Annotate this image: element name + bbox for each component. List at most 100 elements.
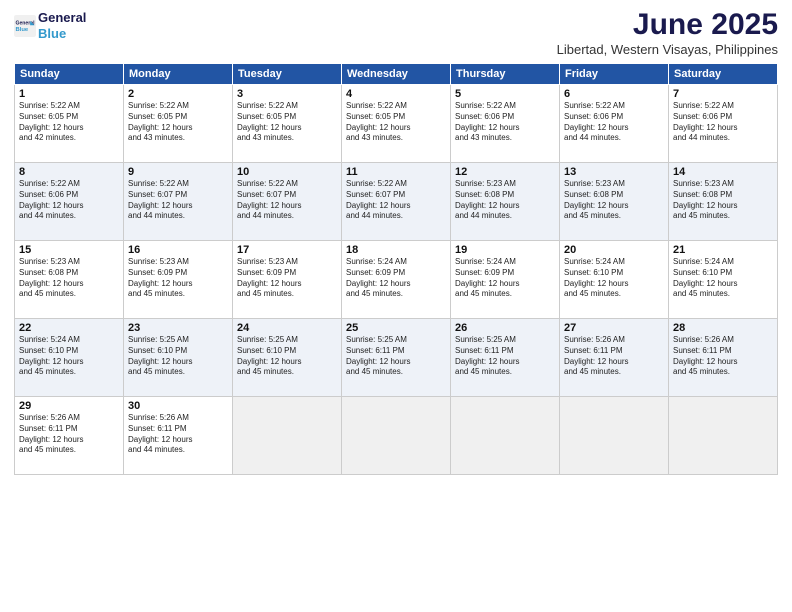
day-number: 8 bbox=[19, 166, 119, 178]
calendar-cell bbox=[233, 397, 342, 475]
calendar-header-row: SundayMondayTuesdayWednesdayThursdayFrid… bbox=[15, 64, 778, 85]
day-number: 18 bbox=[346, 244, 446, 256]
day-number: 30 bbox=[128, 400, 228, 412]
day-number: 6 bbox=[564, 88, 664, 100]
day-info: Sunrise: 5:24 AM Sunset: 6:09 PM Dayligh… bbox=[455, 257, 555, 300]
day-number: 4 bbox=[346, 88, 446, 100]
calendar-cell: 23Sunrise: 5:25 AM Sunset: 6:10 PM Dayli… bbox=[124, 319, 233, 397]
calendar-cell: 22Sunrise: 5:24 AM Sunset: 6:10 PM Dayli… bbox=[15, 319, 124, 397]
day-info: Sunrise: 5:23 AM Sunset: 6:08 PM Dayligh… bbox=[455, 179, 555, 222]
day-info: Sunrise: 5:25 AM Sunset: 6:10 PM Dayligh… bbox=[237, 335, 337, 378]
day-number: 11 bbox=[346, 166, 446, 178]
day-number: 17 bbox=[237, 244, 337, 256]
day-info: Sunrise: 5:22 AM Sunset: 6:07 PM Dayligh… bbox=[128, 179, 228, 222]
day-info: Sunrise: 5:24 AM Sunset: 6:10 PM Dayligh… bbox=[564, 257, 664, 300]
day-info: Sunrise: 5:23 AM Sunset: 6:08 PM Dayligh… bbox=[673, 179, 773, 222]
day-info: Sunrise: 5:22 AM Sunset: 6:06 PM Dayligh… bbox=[564, 101, 664, 144]
calendar-cell: 28Sunrise: 5:26 AM Sunset: 6:11 PM Dayli… bbox=[669, 319, 778, 397]
day-info: Sunrise: 5:24 AM Sunset: 6:09 PM Dayligh… bbox=[346, 257, 446, 300]
calendar-cell: 17Sunrise: 5:23 AM Sunset: 6:09 PM Dayli… bbox=[233, 241, 342, 319]
calendar-cell: 12Sunrise: 5:23 AM Sunset: 6:08 PM Dayli… bbox=[451, 163, 560, 241]
calendar-cell: 10Sunrise: 5:22 AM Sunset: 6:07 PM Dayli… bbox=[233, 163, 342, 241]
day-number: 27 bbox=[564, 322, 664, 334]
calendar-cell: 11Sunrise: 5:22 AM Sunset: 6:07 PM Dayli… bbox=[342, 163, 451, 241]
day-number: 15 bbox=[19, 244, 119, 256]
calendar-cell: 3Sunrise: 5:22 AM Sunset: 6:05 PM Daylig… bbox=[233, 85, 342, 163]
calendar-week-row: 15Sunrise: 5:23 AM Sunset: 6:08 PM Dayli… bbox=[15, 241, 778, 319]
calendar-cell: 7Sunrise: 5:22 AM Sunset: 6:06 PM Daylig… bbox=[669, 85, 778, 163]
calendar-cell: 24Sunrise: 5:25 AM Sunset: 6:10 PM Dayli… bbox=[233, 319, 342, 397]
day-info: Sunrise: 5:22 AM Sunset: 6:06 PM Dayligh… bbox=[455, 101, 555, 144]
day-info: Sunrise: 5:25 AM Sunset: 6:11 PM Dayligh… bbox=[346, 335, 446, 378]
logo: General Blue General Blue bbox=[14, 10, 86, 41]
calendar-cell bbox=[669, 397, 778, 475]
calendar-cell: 21Sunrise: 5:24 AM Sunset: 6:10 PM Dayli… bbox=[669, 241, 778, 319]
day-info: Sunrise: 5:22 AM Sunset: 6:05 PM Dayligh… bbox=[346, 101, 446, 144]
calendar-table: SundayMondayTuesdayWednesdayThursdayFrid… bbox=[14, 63, 778, 475]
location-subtitle: Libertad, Western Visayas, Philippines bbox=[557, 42, 778, 57]
day-info: Sunrise: 5:26 AM Sunset: 6:11 PM Dayligh… bbox=[564, 335, 664, 378]
calendar-cell: 30Sunrise: 5:26 AM Sunset: 6:11 PM Dayli… bbox=[124, 397, 233, 475]
day-info: Sunrise: 5:22 AM Sunset: 6:07 PM Dayligh… bbox=[346, 179, 446, 222]
calendar-cell bbox=[560, 397, 669, 475]
calendar-cell: 1Sunrise: 5:22 AM Sunset: 6:05 PM Daylig… bbox=[15, 85, 124, 163]
day-number: 2 bbox=[128, 88, 228, 100]
day-number: 25 bbox=[346, 322, 446, 334]
day-info: Sunrise: 5:25 AM Sunset: 6:11 PM Dayligh… bbox=[455, 335, 555, 378]
day-info: Sunrise: 5:22 AM Sunset: 6:06 PM Dayligh… bbox=[19, 179, 119, 222]
calendar-cell: 29Sunrise: 5:26 AM Sunset: 6:11 PM Dayli… bbox=[15, 397, 124, 475]
day-info: Sunrise: 5:22 AM Sunset: 6:05 PM Dayligh… bbox=[237, 101, 337, 144]
page: General Blue General Blue June 2025 Libe… bbox=[0, 0, 792, 612]
calendar-cell: 13Sunrise: 5:23 AM Sunset: 6:08 PM Dayli… bbox=[560, 163, 669, 241]
calendar-cell: 19Sunrise: 5:24 AM Sunset: 6:09 PM Dayli… bbox=[451, 241, 560, 319]
day-info: Sunrise: 5:25 AM Sunset: 6:10 PM Dayligh… bbox=[128, 335, 228, 378]
day-number: 23 bbox=[128, 322, 228, 334]
calendar-cell: 27Sunrise: 5:26 AM Sunset: 6:11 PM Dayli… bbox=[560, 319, 669, 397]
day-number: 1 bbox=[19, 88, 119, 100]
day-number: 28 bbox=[673, 322, 773, 334]
day-number: 13 bbox=[564, 166, 664, 178]
calendar-cell: 8Sunrise: 5:22 AM Sunset: 6:06 PM Daylig… bbox=[15, 163, 124, 241]
col-header-friday: Friday bbox=[560, 64, 669, 85]
logo-text-general: General bbox=[38, 10, 86, 26]
day-number: 7 bbox=[673, 88, 773, 100]
day-number: 20 bbox=[564, 244, 664, 256]
day-info: Sunrise: 5:22 AM Sunset: 6:05 PM Dayligh… bbox=[128, 101, 228, 144]
calendar-week-row: 29Sunrise: 5:26 AM Sunset: 6:11 PM Dayli… bbox=[15, 397, 778, 475]
day-info: Sunrise: 5:26 AM Sunset: 6:11 PM Dayligh… bbox=[19, 413, 119, 456]
day-info: Sunrise: 5:26 AM Sunset: 6:11 PM Dayligh… bbox=[128, 413, 228, 456]
day-number: 5 bbox=[455, 88, 555, 100]
logo-icon: General Blue bbox=[14, 15, 36, 37]
day-info: Sunrise: 5:23 AM Sunset: 6:08 PM Dayligh… bbox=[564, 179, 664, 222]
day-info: Sunrise: 5:22 AM Sunset: 6:06 PM Dayligh… bbox=[673, 101, 773, 144]
logo-text-blue: Blue bbox=[38, 26, 86, 42]
day-number: 29 bbox=[19, 400, 119, 412]
calendar-week-row: 8Sunrise: 5:22 AM Sunset: 6:06 PM Daylig… bbox=[15, 163, 778, 241]
col-header-thursday: Thursday bbox=[451, 64, 560, 85]
day-info: Sunrise: 5:23 AM Sunset: 6:08 PM Dayligh… bbox=[19, 257, 119, 300]
col-header-monday: Monday bbox=[124, 64, 233, 85]
calendar-cell: 5Sunrise: 5:22 AM Sunset: 6:06 PM Daylig… bbox=[451, 85, 560, 163]
day-number: 24 bbox=[237, 322, 337, 334]
day-info: Sunrise: 5:24 AM Sunset: 6:10 PM Dayligh… bbox=[673, 257, 773, 300]
day-info: Sunrise: 5:24 AM Sunset: 6:10 PM Dayligh… bbox=[19, 335, 119, 378]
calendar-cell: 4Sunrise: 5:22 AM Sunset: 6:05 PM Daylig… bbox=[342, 85, 451, 163]
col-header-sunday: Sunday bbox=[15, 64, 124, 85]
day-number: 22 bbox=[19, 322, 119, 334]
calendar-cell: 26Sunrise: 5:25 AM Sunset: 6:11 PM Dayli… bbox=[451, 319, 560, 397]
day-info: Sunrise: 5:23 AM Sunset: 6:09 PM Dayligh… bbox=[128, 257, 228, 300]
day-number: 19 bbox=[455, 244, 555, 256]
day-number: 9 bbox=[128, 166, 228, 178]
calendar-cell: 20Sunrise: 5:24 AM Sunset: 6:10 PM Dayli… bbox=[560, 241, 669, 319]
day-number: 26 bbox=[455, 322, 555, 334]
day-info: Sunrise: 5:26 AM Sunset: 6:11 PM Dayligh… bbox=[673, 335, 773, 378]
calendar-cell: 14Sunrise: 5:23 AM Sunset: 6:08 PM Dayli… bbox=[669, 163, 778, 241]
calendar-cell: 15Sunrise: 5:23 AM Sunset: 6:08 PM Dayli… bbox=[15, 241, 124, 319]
col-header-wednesday: Wednesday bbox=[342, 64, 451, 85]
calendar-cell bbox=[342, 397, 451, 475]
calendar-cell: 16Sunrise: 5:23 AM Sunset: 6:09 PM Dayli… bbox=[124, 241, 233, 319]
day-number: 21 bbox=[673, 244, 773, 256]
svg-text:Blue: Blue bbox=[15, 27, 28, 33]
day-number: 10 bbox=[237, 166, 337, 178]
day-number: 16 bbox=[128, 244, 228, 256]
